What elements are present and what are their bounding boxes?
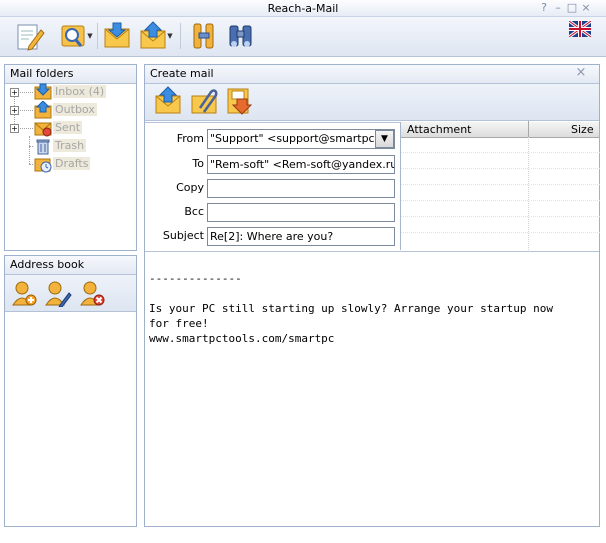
binoculars-icon: [229, 25, 252, 47]
expand-sent-button[interactable]: +: [10, 124, 19, 133]
copy-field[interactable]: [207, 179, 395, 198]
add-user-icon: [12, 281, 37, 306]
sent-icon: [34, 122, 52, 137]
trash-icon: [36, 139, 50, 155]
new-mail-button[interactable]: [15, 20, 45, 52]
column-gridline: [528, 137, 530, 250]
attach-file-button[interactable]: [189, 86, 219, 116]
check-mail-dropdown[interactable]: ▼: [86, 27, 94, 45]
folder-label-inbox[interactable]: Inbox (4): [53, 83, 107, 101]
envelope-up-icon: [140, 21, 166, 49]
window-bottom: [0, 533, 606, 543]
subject-label: Subject: [162, 229, 204, 242]
from-select[interactable]: "Support" <support@smartpctools: [207, 129, 395, 149]
folder-label-sent[interactable]: Sent: [53, 119, 83, 137]
to-label: To: [192, 157, 204, 170]
inbox-icon: [34, 83, 52, 100]
folder-label-drafts[interactable]: Drafts: [53, 155, 91, 173]
tree-line: [20, 128, 33, 129]
outbox-icon: [34, 100, 52, 119]
send-mail-button[interactable]: [138, 20, 168, 52]
send-mail-dropdown[interactable]: ▼: [166, 27, 174, 45]
from-label: From: [176, 132, 204, 145]
inbox-folder[interactable]: [34, 83, 52, 101]
row-gridline: [401, 168, 600, 169]
bcc-label: Bcc: [184, 205, 204, 218]
close-window-button[interactable]: ×: [580, 1, 592, 15]
save-draft-button[interactable]: [224, 86, 254, 116]
column-divider: [528, 121, 529, 137]
body-divider: [145, 251, 599, 252]
message-body[interactable]: -------------- Is your PC still starting…: [149, 271, 597, 521]
delete-user-icon: [80, 281, 105, 306]
save-draft-icon: [227, 88, 253, 115]
trash-folder[interactable]: [34, 137, 52, 155]
tree-line: [20, 92, 33, 93]
attachments-table[interactable]: Attachment Size: [400, 121, 600, 250]
copy-label: Copy: [176, 181, 204, 194]
mail-folders-header: Mail folders: [5, 65, 136, 84]
to-field[interactable]: "Rem-soft" <Rem-soft@yandex.ru>: [207, 155, 395, 174]
from-dropdown-button[interactable]: ▼: [375, 130, 394, 148]
toolbar-separator: [180, 23, 181, 49]
drafts-icon: [34, 158, 52, 173]
folder-label-trash[interactable]: Trash: [53, 137, 87, 155]
add-contact-button[interactable]: [10, 279, 38, 307]
envelope-down-icon: [104, 22, 130, 48]
maximize-button[interactable]: □: [566, 1, 578, 15]
attachment-column-header[interactable]: Attachment: [407, 123, 472, 136]
uk-flag-icon: [568, 19, 592, 39]
toolbar-separator: [97, 23, 98, 49]
tree-line: [29, 164, 33, 165]
expand-outbox-button[interactable]: +: [10, 106, 19, 115]
send-now-button[interactable]: [153, 86, 183, 116]
chevron-down-icon: ▼: [381, 134, 388, 144]
sent-folder[interactable]: [34, 119, 52, 137]
magnifier-envelope-icon: [61, 25, 85, 47]
edit-user-icon: [45, 281, 72, 308]
bcc-field[interactable]: [207, 203, 395, 222]
row-gridline: [401, 200, 600, 201]
folder-label-outbox[interactable]: Outbox: [53, 101, 97, 119]
minimize-button[interactable]: –: [552, 1, 564, 15]
address-tools-button[interactable]: [190, 20, 220, 52]
size-column-header[interactable]: Size: [571, 123, 594, 136]
row-gridline: [401, 152, 600, 153]
subject-field[interactable]: Re[2]: Where are you?: [207, 227, 395, 246]
tools-icon: [193, 23, 214, 49]
delete-contact-button[interactable]: [78, 279, 106, 307]
to-value: "Rem-soft" <Rem-soft@yandex.ru>: [210, 158, 395, 171]
address-book-header: Address book: [5, 256, 136, 275]
attachments-header: Attachment Size: [401, 121, 599, 138]
row-gridline: [401, 184, 600, 185]
from-value: "Support" <support@smartpctools: [210, 132, 395, 145]
find-button[interactable]: [226, 20, 256, 52]
close-create-mail-button[interactable]: ×: [575, 65, 587, 81]
check-mail-button[interactable]: [58, 20, 88, 52]
language-button[interactable]: [568, 19, 592, 39]
expand-inbox-button[interactable]: +: [10, 88, 19, 97]
help-button[interactable]: ?: [538, 1, 550, 15]
outbox-folder[interactable]: [34, 100, 52, 119]
send-envelope-icon: [155, 86, 181, 114]
edit-contact-button[interactable]: [44, 279, 72, 308]
tree-line: [29, 146, 33, 147]
paperclip-icon: [191, 89, 218, 114]
window-title: Reach-a-Mail: [267, 2, 339, 15]
drafts-folder[interactable]: [34, 155, 52, 173]
receive-mail-button[interactable]: [102, 20, 132, 52]
subject-value: Re[2]: Where are you?: [210, 230, 334, 243]
tree-line: [20, 110, 33, 111]
row-gridline: [401, 216, 600, 217]
fields-top-divider: [145, 122, 400, 123]
tree-line: [29, 136, 30, 164]
create-mail-header: Create mail: [145, 65, 599, 84]
row-gridline: [401, 232, 600, 233]
notepad-pencil-icon: [17, 24, 45, 51]
